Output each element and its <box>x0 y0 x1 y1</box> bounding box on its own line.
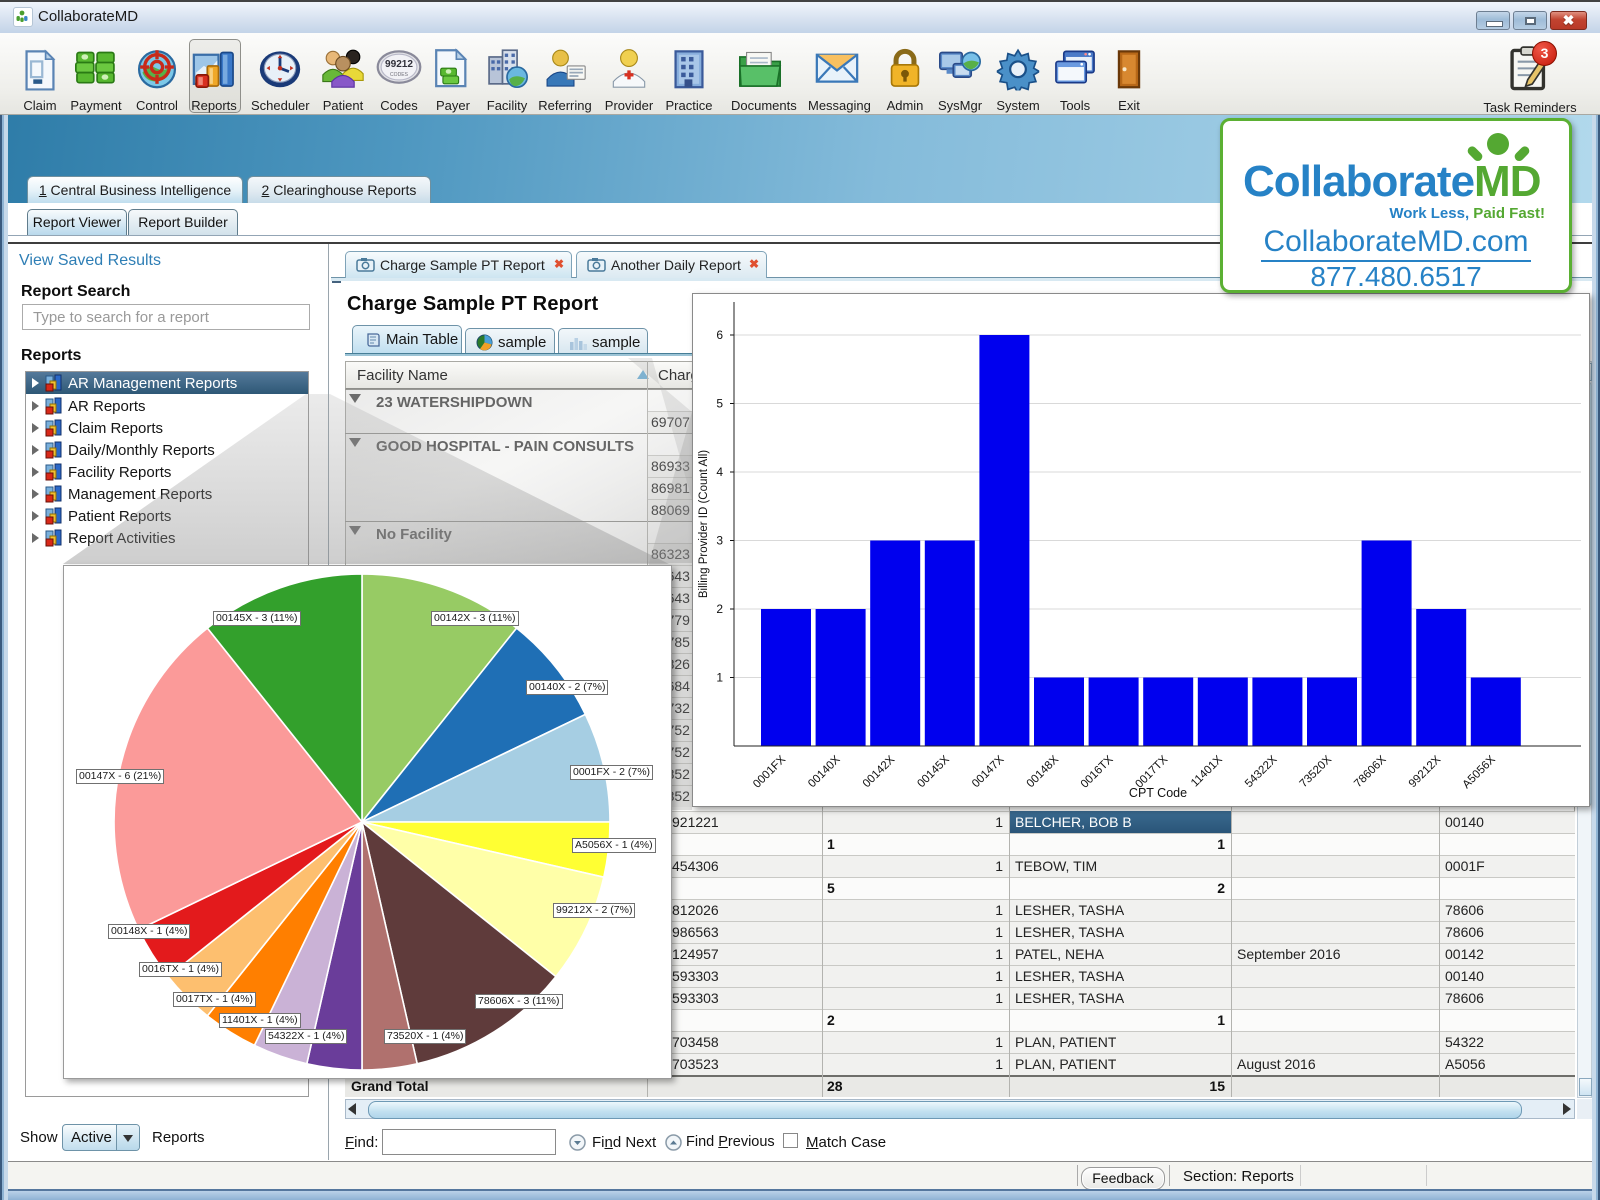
svg-text:78606X: 78606X <box>1352 753 1389 790</box>
svg-text:00147X: 00147X <box>970 753 1007 790</box>
svg-text:A5056X: A5056X <box>1460 753 1498 791</box>
svg-text:2: 2 <box>716 602 723 616</box>
svg-text:00140X: 00140X <box>806 753 843 790</box>
svg-text:5: 5 <box>716 397 723 411</box>
svg-text:6: 6 <box>716 328 723 342</box>
svg-text:00148X: 00148X <box>1025 753 1062 790</box>
svg-text:73520X: 73520X <box>1298 753 1335 790</box>
svg-text:00145X: 00145X <box>915 753 952 790</box>
svg-text:CPT Code: CPT Code <box>1129 786 1187 800</box>
svg-text:4: 4 <box>716 465 723 479</box>
svg-text:1: 1 <box>716 671 723 685</box>
svg-text:Billing Provider ID (Count All: Billing Provider ID (Count All) <box>698 450 710 598</box>
svg-text:11401X: 11401X <box>1189 753 1225 789</box>
svg-text:00142X: 00142X <box>861 753 898 790</box>
svg-text:99212X: 99212X <box>1407 753 1444 790</box>
svg-text:3: 3 <box>716 534 723 548</box>
svg-text:0016TX: 0016TX <box>1079 753 1116 790</box>
svg-text:0001FX: 0001FX <box>751 753 788 790</box>
svg-text:54322X: 54322X <box>1243 753 1280 790</box>
